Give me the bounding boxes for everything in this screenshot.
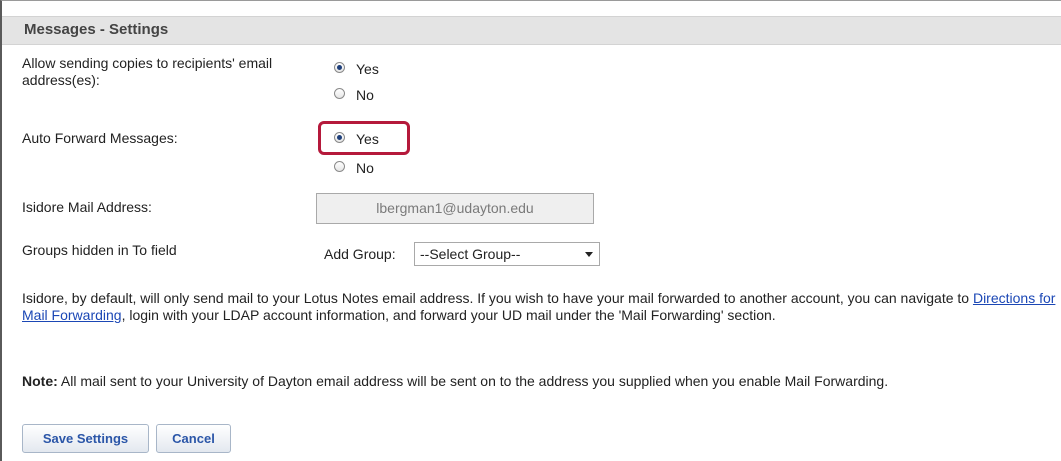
- groups-hidden-label: Groups hidden in To field: [22, 242, 177, 258]
- auto-forward-label: Auto Forward Messages:: [22, 130, 178, 146]
- auto-forward-no-label: No: [356, 160, 374, 176]
- info-text-before: Isidore, by default, will only send mail…: [22, 290, 973, 306]
- auto-forward-no-radio[interactable]: [334, 160, 345, 172]
- group-select[interactable]: --Select Group--: [414, 242, 600, 266]
- allow-copies-no-option[interactable]: No: [334, 85, 374, 103]
- allow-copies-no-radio[interactable]: [334, 87, 345, 99]
- auto-forward-yes-label: Yes: [356, 131, 379, 147]
- mail-address-label: Isidore Mail Address:: [22, 199, 152, 215]
- allow-copies-yes-radio[interactable]: [334, 61, 345, 73]
- note-label: Note:: [22, 373, 58, 389]
- section-header: Messages - Settings: [2, 16, 1061, 45]
- allow-copies-yes-label: Yes: [356, 61, 379, 77]
- mail-address-field: lbergman1@udayton.edu: [316, 193, 594, 224]
- note-body: All mail sent to your University of Dayt…: [57, 373, 889, 389]
- group-select-value: --Select Group--: [420, 246, 521, 262]
- auto-forward-yes-option[interactable]: Yes: [334, 129, 379, 147]
- mail-forwarding-info: Isidore, by default, will only send mail…: [22, 290, 1057, 324]
- auto-forward-no-option[interactable]: No: [334, 158, 374, 176]
- allow-copies-yes-option[interactable]: Yes: [334, 59, 379, 77]
- auto-forward-yes-radio[interactable]: [334, 131, 345, 143]
- add-group-label: Add Group:: [324, 246, 396, 262]
- chevron-down-icon: [585, 252, 593, 257]
- allow-copies-no-label: No: [356, 87, 374, 103]
- note-text: Note: All mail sent to your University o…: [22, 373, 1057, 389]
- save-settings-button[interactable]: Save Settings: [22, 424, 149, 453]
- info-text-after: , login with your LDAP account informati…: [121, 307, 776, 323]
- allow-copies-label: Allow sending copies to recipients' emai…: [22, 55, 273, 88]
- cancel-button[interactable]: Cancel: [156, 424, 231, 453]
- page-title: Messages - Settings: [24, 21, 169, 38]
